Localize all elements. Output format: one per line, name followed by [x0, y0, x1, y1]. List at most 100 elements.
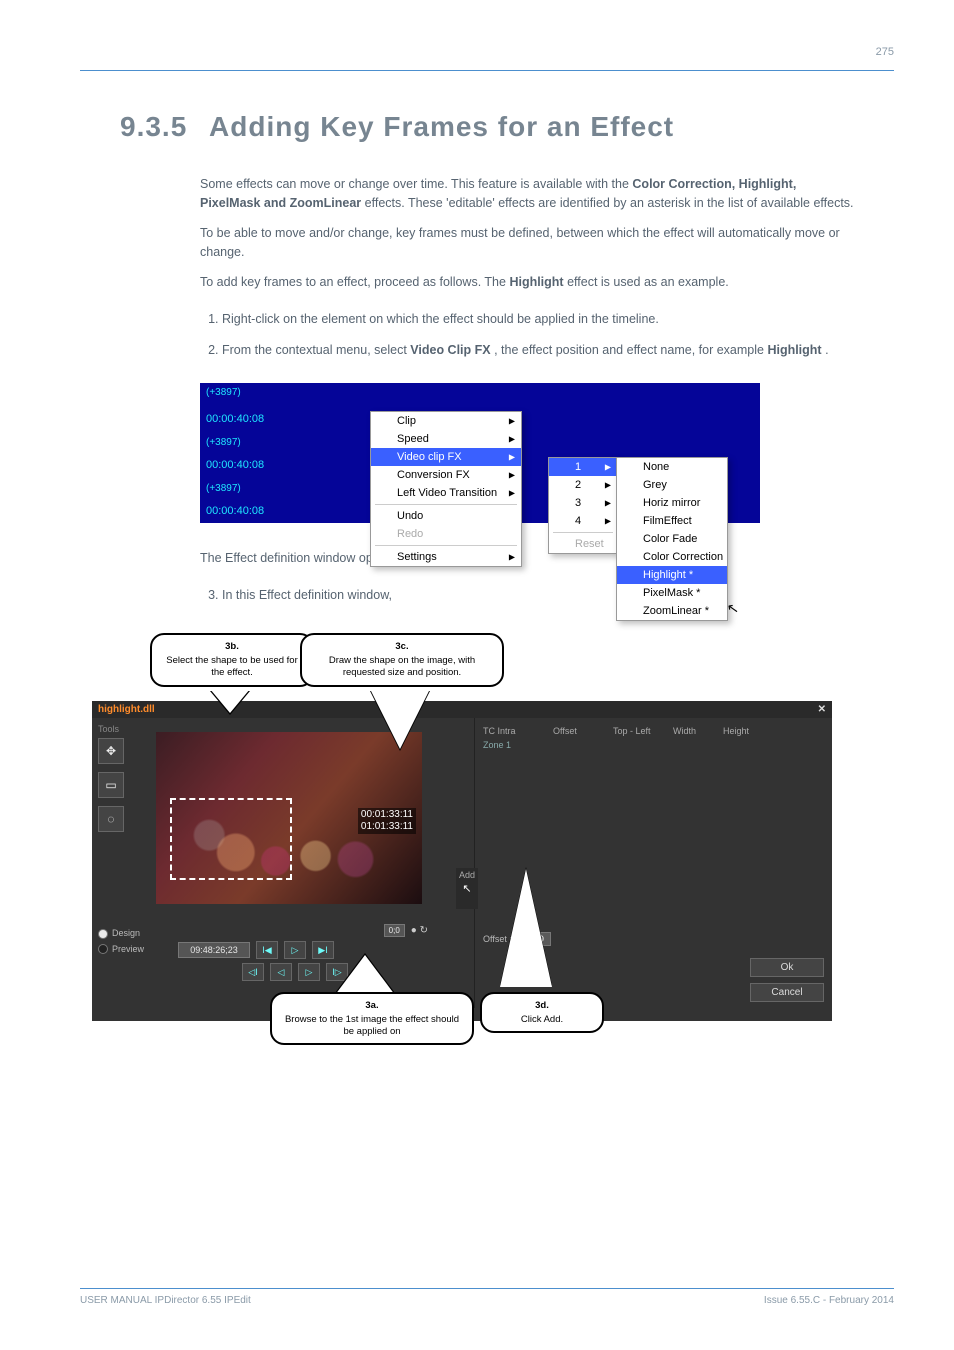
step-fwd-button[interactable]: ▷: [298, 963, 320, 981]
col-tc-intra: TC Intra: [483, 724, 553, 738]
menu-item-speed[interactable]: Speed: [371, 430, 521, 448]
dialog-left-panel: Tools ✥ ▭ ◌ 00:01:33:11 01:01:33:11: [92, 718, 475, 1008]
steps-list: Right-click on the element on which the …: [200, 310, 854, 361]
callout-text: Click Add.: [521, 1014, 563, 1025]
timeline-label: (+3897): [206, 387, 241, 398]
menu-separator: [375, 504, 517, 505]
intro-paragraph-2: To be able to move and/or change, key fr…: [200, 224, 854, 263]
intro-block: Some effects can move or change over tim…: [200, 175, 854, 361]
dialog-title: highlight.dll: [98, 704, 155, 715]
text: To add key frames to an effect, proceed …: [200, 275, 509, 289]
steps-continued: The Effect definition window opens. In t…: [200, 549, 854, 606]
tc-small-field[interactable]: 0;0: [384, 924, 405, 937]
menu-item-conversion-fx[interactable]: Conversion FX: [371, 466, 521, 484]
footer-left: USER MANUAL IPDirector 6.55 IPEdit: [80, 1295, 251, 1306]
ok-button[interactable]: Ok: [750, 958, 824, 977]
callout-3a: 3a. Browse to the 1st image the effect s…: [270, 992, 474, 1046]
menu-item-grey[interactable]: Grey: [617, 476, 727, 494]
step-back-button[interactable]: ◁: [270, 963, 292, 981]
step-back-fast-button[interactable]: ◁I: [242, 963, 264, 981]
text-bold: Highlight: [509, 275, 563, 289]
text: effect is used as an example.: [567, 275, 729, 289]
menu-separator: [375, 545, 517, 546]
menu-item-slot3[interactable]: 3: [549, 494, 617, 512]
close-icon[interactable]: ✕: [818, 704, 826, 715]
menu-item-clip[interactable]: Clip: [371, 412, 521, 430]
text: effects. These 'editable' effects are id…: [365, 196, 854, 210]
callout-text: Browse to the 1st image the effect shoul…: [285, 1014, 459, 1037]
callout-leader: [335, 955, 395, 995]
zone-1-label: Zone 1: [483, 740, 824, 750]
menu-item-redo: Redo: [371, 525, 521, 543]
callout-title: 3c.: [312, 641, 492, 653]
text: Some effects can move or change over tim…: [200, 177, 632, 191]
menu-item-undo[interactable]: Undo: [371, 507, 521, 525]
text-bold: Video Clip FX: [410, 343, 490, 357]
play-button[interactable]: ▷: [284, 941, 306, 959]
add-label: Add: [459, 870, 475, 880]
menu-item-left-video-transition[interactable]: Left Video Transition: [371, 484, 521, 502]
context-menu-level1: Clip Speed Video clip FX Conversion FX L…: [370, 411, 522, 567]
tc-line: 01:01:33:11: [361, 821, 413, 832]
mode-preview[interactable]: Preview: [98, 942, 144, 957]
menu-item-zoomlinear[interactable]: ZoomLinear *: [617, 602, 727, 620]
mode-design[interactable]: Design: [98, 926, 144, 941]
label: Preview: [112, 944, 144, 954]
figure-effect-dialog: 3b. Select the shape to be used for the …: [80, 633, 894, 1043]
rectangle-tool-icon[interactable]: ▭: [98, 772, 124, 798]
callout-leader: [370, 689, 430, 749]
steps-list-2: In this Effect definition window,: [200, 586, 854, 605]
col-top-left: Top - Left: [613, 724, 673, 738]
footer: USER MANUAL IPDirector 6.55 IPEdit Issue…: [80, 1288, 894, 1306]
dialog-titlebar: highlight.dll ✕: [92, 701, 832, 718]
menu-item-color-correction[interactable]: Color Correction: [617, 548, 727, 566]
text: , the effect position and effect name, f…: [494, 343, 767, 357]
tc-field[interactable]: 09:48:26;23: [178, 942, 250, 958]
menu-item-reset: Reset: [549, 535, 617, 553]
loop-icons[interactable]: ● ↻: [411, 925, 428, 936]
move-tool-icon[interactable]: ✥: [98, 738, 124, 764]
col-offset: Offset: [553, 724, 613, 738]
intro-paragraph-1: Some effects can move or change over tim…: [200, 175, 854, 214]
selection-rectangle[interactable]: [170, 798, 292, 880]
callout-title: 3d.: [492, 1000, 592, 1012]
callout-3b: 3b. Select the shape to be used for the …: [150, 633, 314, 687]
menu-item-pixelmask[interactable]: PixelMask *: [617, 584, 727, 602]
menu-item-color-fade[interactable]: Color Fade: [617, 530, 727, 548]
step-1: Right-click on the element on which the …: [222, 310, 854, 329]
timeline-label: (+3897): [206, 437, 241, 448]
video-preview[interactable]: 00:01:33:11 01:01:33:11: [156, 732, 422, 904]
timeline-timecode: 00:00:40:08: [206, 413, 264, 425]
timeline-timecode: 00:00:40:08: [206, 459, 264, 471]
menu-item-slot1[interactable]: 1: [549, 458, 617, 476]
next-button[interactable]: ▶I: [312, 941, 334, 959]
keyframe-columns: TC Intra Offset Top - Left Width Height: [483, 724, 824, 738]
intro-paragraph-3: To add key frames to an effect, proceed …: [200, 273, 854, 292]
callout-text: Draw the shape on the image, with reques…: [329, 655, 475, 678]
menu-item-filmeffect[interactable]: FilmEffect: [617, 512, 727, 530]
highlight-dialog: highlight.dll ✕ Tools ✥ ▭ ◌ 00:01:33: [92, 701, 832, 1021]
timeline-timecode: 00:00:40:08: [206, 505, 264, 517]
overlay-timecode: 00:01:33:11 01:01:33:11: [358, 808, 416, 834]
cancel-button[interactable]: Cancel: [750, 983, 824, 1002]
text: .: [825, 343, 828, 357]
menu-item-horiz-mirror[interactable]: Horiz mirror: [617, 494, 727, 512]
header-page-number: 275: [876, 46, 894, 58]
context-menu-level2: 1 2 3 4 Reset: [548, 457, 618, 554]
menu-item-slot4[interactable]: 4: [549, 512, 617, 530]
context-menu-level3: None Grey Horiz mirror FilmEffect Color …: [616, 457, 728, 621]
callout-title: 3a.: [282, 1000, 462, 1012]
menu-item-settings[interactable]: Settings: [371, 548, 521, 566]
prev-button[interactable]: I◀: [256, 941, 278, 959]
menu-item-video-clip-fx[interactable]: Video clip FX: [371, 448, 521, 466]
menu-item-slot2[interactable]: 2: [549, 476, 617, 494]
ellipse-tool-icon[interactable]: ◌: [98, 806, 124, 832]
callout-text: Select the shape to be used for the effe…: [166, 655, 298, 678]
text: From the contextual menu, select: [222, 343, 410, 357]
timeline-strip: (+3897) 00:00:40:08 (+3897) 00:00:40:08 …: [200, 383, 760, 523]
callout-leader: [500, 869, 552, 987]
menu-item-none[interactable]: None: [617, 458, 727, 476]
callout-title: 3b.: [162, 641, 302, 653]
menu-item-highlight[interactable]: Highlight *: [617, 566, 727, 584]
tc-line: 00:01:33:11: [361, 809, 413, 820]
